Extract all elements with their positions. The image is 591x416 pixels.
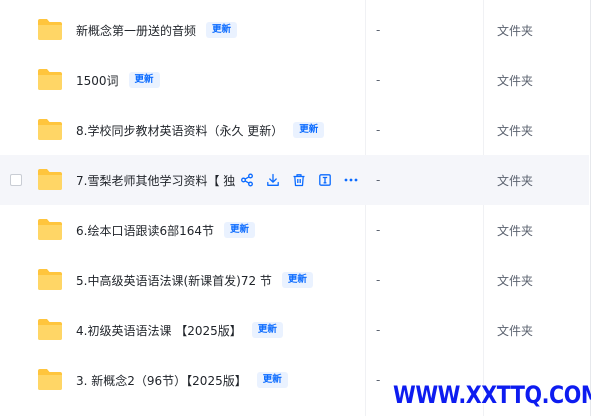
file-type: 文件夹 (497, 23, 534, 38)
file-type: 文件夹 (497, 223, 534, 238)
more-icon[interactable] (344, 173, 358, 187)
folder-icon (38, 119, 62, 140)
file-size: - (376, 173, 381, 187)
file-name-group[interactable]: 5.中高级英语语法课(新课首发)72 节 更新 (76, 272, 313, 289)
file-name[interactable]: 1500词 (76, 72, 119, 89)
file-name[interactable]: 新概念第一册送的音频 (76, 22, 196, 39)
folder-icon (38, 69, 62, 90)
update-badge: 更新 (281, 272, 313, 288)
delete-icon[interactable] (292, 173, 306, 187)
file-row[interactable]: 4.初级英语语法课 【2025版】 更新 - 文件夹 (0, 305, 589, 355)
file-type: 文件夹 (497, 73, 534, 88)
update-badge: 更新 (256, 372, 288, 388)
row-actions (240, 173, 358, 187)
file-name-group[interactable]: 6.绘本口语跟读6部164节 更新 (76, 222, 256, 239)
file-name[interactable]: 3. 新概念2（96节）【2025版】 (76, 372, 247, 389)
file-name[interactable]: 5.中高级英语语法课(新课首发)72 节 (76, 272, 272, 289)
file-type: 文件夹 (497, 273, 534, 288)
download-icon[interactable] (266, 173, 280, 187)
file-name[interactable]: 4.初级英语语法课 【2025版】 (76, 322, 242, 339)
file-row[interactable]: 8.学校同步教材英语资料（永久 更新） 更新 - 文件夹 (0, 105, 589, 155)
file-size: - (376, 373, 381, 387)
file-size: - (376, 123, 381, 137)
file-type: 文件夹 (497, 123, 534, 138)
file-row-hovered[interactable]: 7.雪梨老师其他学习资料【 独家 - 文件夹 (0, 155, 589, 205)
update-badge: 更新 (293, 122, 325, 138)
file-size: - (376, 273, 381, 287)
rename-icon[interactable] (318, 173, 332, 187)
row-checkbox[interactable] (10, 174, 22, 186)
file-name-group[interactable]: 8.学校同步教材英语资料（永久 更新） 更新 (76, 122, 325, 139)
file-type: 文件夹 (497, 323, 534, 338)
file-size: - (376, 73, 381, 87)
file-size: - (376, 323, 381, 337)
file-row[interactable]: 6.绘本口语跟读6部164节 更新 - 文件夹 (0, 205, 589, 255)
share-icon[interactable] (240, 173, 254, 187)
file-name[interactable]: 8.学校同步教材英语资料（永久 更新） (76, 122, 283, 139)
file-row[interactable]: 5.中高级英语语法课(新课首发)72 节 更新 - 文件夹 (0, 255, 589, 305)
file-name-group[interactable]: 新概念第一册送的音频 更新 (76, 22, 238, 39)
folder-icon (38, 319, 62, 340)
file-name-group[interactable]: 4.初级英语语法课 【2025版】 更新 (76, 322, 283, 339)
site-watermark: WWW.XXTTQ.COM (393, 381, 591, 409)
file-name[interactable]: 6.绘本口语跟读6部164节 (76, 222, 214, 239)
update-badge: 更新 (206, 22, 238, 38)
update-badge: 更新 (128, 72, 160, 88)
folder-icon (38, 169, 62, 190)
update-badge: 更新 (251, 322, 283, 338)
file-name-group[interactable]: 1500词 更新 (76, 72, 160, 89)
file-size: - (376, 223, 381, 237)
file-name-group[interactable]: 3. 新概念2（96节）【2025版】 更新 (76, 372, 288, 389)
file-name[interactable]: 7.雪梨老师其他学习资料【 独家 (76, 172, 236, 189)
file-list: 新概念第一册送的音频 更新 - 文件夹 1500词 更新 - 文件夹 8.学校同… (0, 0, 591, 416)
file-type: 文件夹 (497, 173, 534, 188)
folder-icon (38, 219, 62, 240)
file-row[interactable]: 新概念第一册送的音频 更新 - 文件夹 (0, 5, 589, 55)
update-badge: 更新 (224, 222, 256, 238)
file-size: - (376, 23, 381, 37)
folder-icon (38, 269, 62, 290)
folder-icon (38, 19, 62, 40)
file-row[interactable]: 1500词 更新 - 文件夹 (0, 55, 589, 105)
folder-icon (38, 369, 62, 390)
